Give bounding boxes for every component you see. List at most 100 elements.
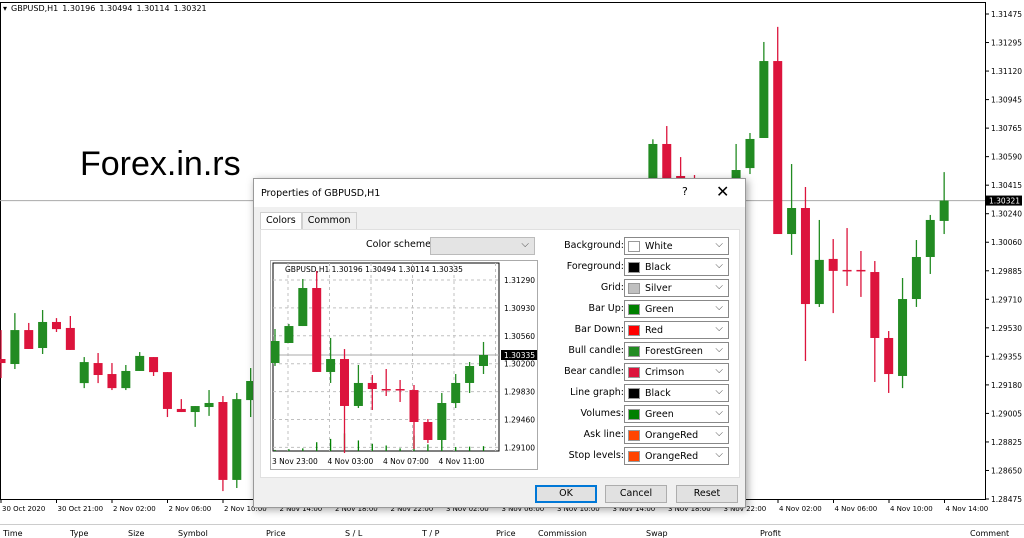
col-type[interactable]: Type: [70, 529, 88, 538]
preview-candle: [284, 323, 294, 343]
property-label: Bull candle:: [568, 345, 624, 356]
candle-body: [298, 288, 308, 327]
candle-body: [814, 259, 824, 305]
close-icon[interactable]: ✕: [716, 182, 729, 201]
color-select[interactable]: Black ⌵: [624, 258, 729, 276]
reset-button[interactable]: Reset: [676, 485, 738, 503]
preview-candle: [340, 349, 349, 454]
color-select[interactable]: Green ⌵: [624, 300, 729, 318]
color-swatch: [628, 388, 640, 399]
candle-body: [479, 355, 488, 367]
candle-body: [828, 258, 838, 271]
candle: [232, 392, 242, 489]
help-icon[interactable]: ?: [682, 185, 688, 198]
property-label: Volumes:: [580, 408, 624, 419]
candle: [898, 278, 908, 389]
col-sl[interactable]: S / L: [345, 529, 362, 538]
chart-open: 1.30196: [62, 4, 96, 13]
dialog-title: Properties of GBPUSD,H1: [261, 187, 381, 199]
preview-price-label: 1.29830: [504, 388, 535, 397]
property-label: Bear candle:: [564, 366, 624, 377]
color-select[interactable]: OrangeRed ⌵: [624, 447, 729, 465]
preview-header: GBPUSD,H1 1.30196 1.30494 1.30114 1.3033…: [285, 265, 463, 274]
col-swap[interactable]: Swap: [646, 529, 668, 538]
color-value: Crimson: [645, 367, 685, 378]
property-row: Bar Down: Red ⌵: [534, 321, 734, 339]
price-label: 1.29710: [991, 295, 1022, 304]
preview-candle: [479, 341, 488, 375]
chart-close: 1.30321: [173, 4, 207, 13]
price-label: 1.30945: [991, 96, 1022, 105]
color-select[interactable]: Red ⌵: [624, 321, 729, 339]
col-price[interactable]: Price: [266, 529, 286, 538]
col-size[interactable]: Size: [128, 529, 144, 538]
dropdown-triangle-icon[interactable]: ▾: [3, 4, 7, 13]
candle-body: [423, 422, 433, 440]
cancel-button[interactable]: Cancel: [605, 485, 667, 503]
time-label: 30 Oct 2020: [2, 505, 45, 513]
candle: [218, 396, 228, 492]
preview-candle: [395, 379, 405, 402]
candle-body: [149, 357, 159, 373]
color-select[interactable]: Silver ⌵: [624, 279, 729, 297]
candle-body: [465, 366, 475, 383]
color-select[interactable]: Black ⌵: [624, 384, 729, 402]
preview-candle: [423, 419, 433, 443]
candle: [162, 372, 172, 418]
color-swatch: [628, 241, 640, 252]
col-tp[interactable]: T / P: [422, 529, 440, 538]
color-swatch: [628, 346, 640, 357]
color-select[interactable]: Green ⌵: [624, 405, 729, 423]
property-row: Stop levels: OrangeRed ⌵: [534, 447, 734, 465]
col-comment[interactable]: Comment: [970, 529, 1009, 538]
time-label: 30 Oct 21:00: [58, 505, 104, 513]
property-row: Background: White ⌵: [534, 237, 734, 255]
candle-body: [284, 326, 294, 343]
chevron-down-icon: ⌵: [715, 365, 723, 376]
color-select[interactable]: Crimson ⌵: [624, 363, 729, 381]
color-select[interactable]: OrangeRed ⌵: [624, 426, 729, 444]
chevron-down-icon: ⌵: [715, 344, 723, 355]
chevron-down-icon: ⌵: [715, 239, 723, 250]
dialog-title-bar[interactable]: Properties of GBPUSD,H1 ? ✕: [254, 179, 745, 207]
candle: [884, 331, 894, 393]
price-label: 1.31120: [991, 67, 1022, 76]
candle-body: [107, 374, 117, 389]
color-select[interactable]: ForestGreen ⌵: [624, 342, 729, 360]
chart-header: ▾ GBPUSD,H1 1.30196 1.30494 1.30114 1.30…: [3, 4, 207, 13]
candle: [149, 357, 159, 376]
price-label: 1.29885: [991, 267, 1022, 276]
candle-body: [925, 219, 935, 257]
tab-colors[interactable]: Colors: [260, 212, 302, 230]
candle-body: [451, 382, 461, 403]
candle: [79, 357, 89, 389]
price-label: 1.28825: [991, 438, 1022, 447]
price-label: 1.30765: [991, 124, 1022, 133]
col-price-current[interactable]: Price: [496, 529, 516, 538]
candle-body: [911, 256, 921, 300]
candle-body: [340, 359, 349, 406]
candle-body: [842, 269, 852, 272]
col-time[interactable]: Time: [3, 529, 23, 538]
property-label: Line graph:: [570, 387, 624, 398]
property-row: Line graph: Black ⌵: [534, 384, 734, 402]
price-label: 1.29180: [991, 381, 1022, 390]
price-label: 1.29005: [991, 409, 1022, 418]
preview-candle: [465, 361, 475, 394]
time-label: 4 Nov 06:00: [835, 505, 878, 513]
ok-button[interactable]: OK: [535, 485, 597, 503]
color-select[interactable]: White ⌵: [624, 237, 729, 255]
tab-common[interactable]: Common: [301, 212, 357, 229]
preview-price-label: 1.30930: [504, 304, 535, 313]
candle: [93, 353, 103, 384]
col-profit[interactable]: Profit: [760, 529, 781, 538]
time-label: 2 Nov 02:00: [113, 505, 156, 513]
chevron-down-icon: ⌵: [521, 239, 529, 250]
preview-candle: [312, 270, 322, 372]
time-label: 2 Nov 06:00: [169, 505, 212, 513]
col-commission[interactable]: Commission: [538, 529, 587, 538]
col-symbol[interactable]: Symbol: [178, 529, 208, 538]
color-scheme-select[interactable]: ⌵: [430, 237, 535, 255]
price-label: 1.29530: [991, 324, 1022, 333]
candle-body: [51, 321, 61, 330]
